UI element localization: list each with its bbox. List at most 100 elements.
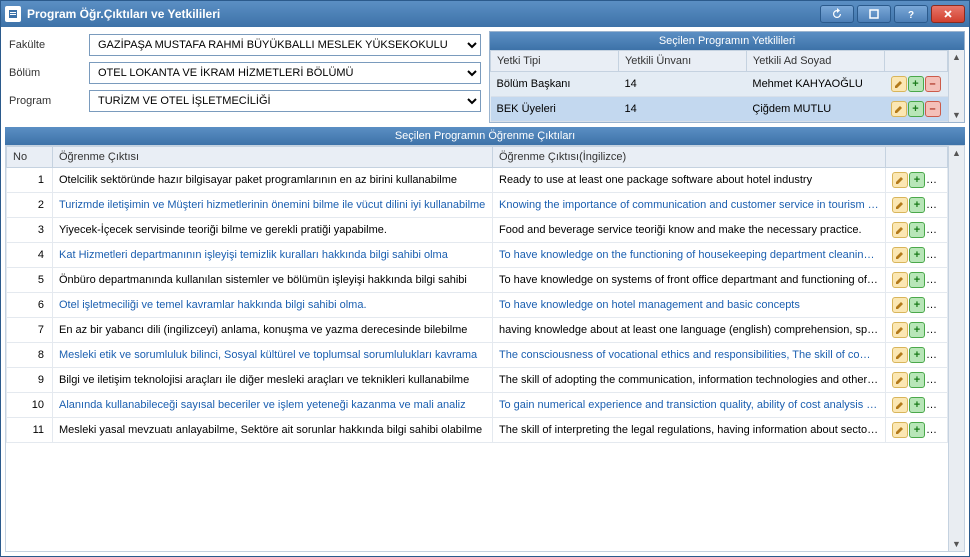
edit-button[interactable]	[891, 76, 907, 92]
outcome-row[interactable]: 8Mesleki etik ve sorumluluk bilinci, Sos…	[7, 343, 948, 368]
outcome-row[interactable]: 2Turizmde iletişimin ve Müşteri hizmetle…	[7, 193, 948, 218]
outcome-cell-no: 11	[7, 418, 53, 443]
scroll-up-icon[interactable]: ▲	[952, 148, 961, 158]
add-button[interactable]: +	[909, 297, 925, 313]
outcomes-col-no[interactable]: No	[7, 147, 53, 168]
outcome-cell-tr: Kat Hizmetleri departmanının işleyişi te…	[53, 243, 493, 268]
app-window: Program Öğr.Çıktıları ve Yetkilileri ? F…	[0, 0, 970, 557]
outcome-row[interactable]: 1Otelcilik sektöründe hazır bilgisayar p…	[7, 168, 948, 193]
outcome-row[interactable]: 9Bilgi ve iletişim teknolojisi araçları …	[7, 368, 948, 393]
add-button[interactable]: +	[909, 247, 925, 263]
outcome-cell-en: To have knowledge on hotel management an…	[493, 293, 886, 318]
edit-button[interactable]	[892, 397, 908, 413]
auth-row[interactable]: Bölüm Başkanı14Mehmet KAHYAOĞLU+–	[491, 72, 948, 97]
outcome-cell-no: 8	[7, 343, 53, 368]
add-button[interactable]: +	[909, 197, 925, 213]
edit-button[interactable]	[892, 222, 908, 238]
app-icon	[5, 6, 21, 22]
edit-button[interactable]	[892, 372, 908, 388]
delete-button[interactable]: –	[925, 101, 941, 117]
help-button[interactable]: ?	[894, 5, 928, 23]
outcome-cell-en: The skill of interpreting the legal regu…	[493, 418, 886, 443]
outcomes-table: No Öğrenme Çıktısı Öğrenme Çıktısı(İngil…	[5, 145, 965, 552]
auth-scrollbar[interactable]: ▲ ▼	[948, 50, 964, 122]
auth-col-actions	[885, 51, 948, 72]
edit-button[interactable]	[892, 422, 908, 438]
delete-button[interactable]: –	[925, 76, 941, 92]
outcome-cell-tr: En az bir yabancı dili (ingilizceyi) anl…	[53, 318, 493, 343]
outcomes-col-actions	[886, 147, 948, 168]
edit-button[interactable]	[892, 347, 908, 363]
auth-cell-tipi: Bölüm Başkanı	[491, 72, 619, 97]
outcome-row[interactable]: 5Önbüro departmanında kullanılan sisteml…	[7, 268, 948, 293]
outcome-row[interactable]: 7En az bir yabancı dili (ingilizceyi) an…	[7, 318, 948, 343]
outcome-cell-tr: Turizmde iletişimin ve Müşteri hizmetler…	[53, 193, 493, 218]
edit-button[interactable]	[891, 101, 907, 117]
add-button[interactable]: +	[909, 172, 925, 188]
outcome-row[interactable]: 6Otel işletmeciliği ve temel kavramlar h…	[7, 293, 948, 318]
scroll-up-icon[interactable]: ▲	[952, 52, 961, 62]
fakulte-label: Fakülte	[5, 31, 85, 59]
upper-pane: Fakülte GAZİPAŞA MUSTAFA RAHMİ BÜYÜKBALL…	[1, 27, 969, 127]
outcome-cell-tr: Otel işletmeciliği ve temel kavramlar ha…	[53, 293, 493, 318]
add-button[interactable]: +	[909, 222, 925, 238]
outcome-cell-no: 1	[7, 168, 53, 193]
add-button[interactable]: +	[909, 347, 925, 363]
edit-button[interactable]	[892, 172, 908, 188]
edit-button[interactable]	[892, 197, 908, 213]
auth-col-unvan[interactable]: Yetkili Ünvanı	[618, 51, 746, 72]
outcome-cell-no: 3	[7, 218, 53, 243]
program-label: Program	[5, 87, 85, 115]
outcome-cell-no: 10	[7, 393, 53, 418]
edit-button[interactable]	[892, 297, 908, 313]
outcome-row[interactable]: 4Kat Hizmetleri departmanının işleyişi t…	[7, 243, 948, 268]
auth-cell-unvan: 14	[618, 97, 746, 122]
edit-button[interactable]	[892, 272, 908, 288]
bolum-label: Bölüm	[5, 59, 85, 87]
svg-text:?: ?	[908, 10, 914, 20]
maximize-button[interactable]	[857, 5, 891, 23]
auth-cell-tipi: BEK Üyeleri	[491, 97, 619, 122]
outcome-cell-en: The skill of adopting the communication,…	[493, 368, 886, 393]
add-button[interactable]: +	[909, 397, 925, 413]
outcome-cell-tr: Önbüro departmanında kullanılan sistemle…	[53, 268, 493, 293]
auth-row[interactable]: BEK Üyeleri14Çiğdem MUTLU +–	[491, 97, 948, 122]
outcome-row[interactable]: 3Yiyecek-İçecek servisinde teoriği bilme…	[7, 218, 948, 243]
edit-button[interactable]	[892, 247, 908, 263]
outcome-cell-tr: Alanında kullanabileceği sayısal beceril…	[53, 393, 493, 418]
add-button[interactable]: +	[909, 272, 925, 288]
outcome-cell-tr: Bilgi ve iletişim teknolojisi araçları i…	[53, 368, 493, 393]
program-select[interactable]: TURİZM VE OTEL İŞLETMECİLİĞİ	[89, 90, 481, 112]
add-button[interactable]: +	[908, 101, 924, 117]
add-button[interactable]: +	[909, 422, 925, 438]
outcomes-col-c2[interactable]: Öğrenme Çıktısı(İngilizce)	[493, 147, 886, 168]
scroll-down-icon[interactable]: ▼	[952, 110, 961, 120]
add-button[interactable]: +	[909, 372, 925, 388]
outcome-row[interactable]: 10Alanında kullanabileceği sayısal becer…	[7, 393, 948, 418]
outcome-cell-no: 5	[7, 268, 53, 293]
refresh-button[interactable]	[820, 5, 854, 23]
auth-table: Yetki Tipi Yetkili Ünvanı Yetkili Ad Soy…	[490, 50, 948, 122]
edit-button[interactable]	[892, 322, 908, 338]
scroll-down-icon[interactable]: ▼	[952, 539, 961, 549]
add-button[interactable]: +	[909, 322, 925, 338]
outcome-cell-tr: Yiyecek-İçecek servisinde teoriği bilme …	[53, 218, 493, 243]
fakulte-select[interactable]: GAZİPAŞA MUSTAFA RAHMİ BÜYÜKBALLI MESLEK…	[89, 34, 481, 56]
outcomes-scrollbar[interactable]: ▲ ▼	[948, 146, 964, 551]
outcome-cell-tr: Otelcilik sektöründe hazır bilgisayar pa…	[53, 168, 493, 193]
auth-col-tipi[interactable]: Yetki Tipi	[491, 51, 619, 72]
outcome-cell-tr: Mesleki etik ve sorumluluk bilinci, Sosy…	[53, 343, 493, 368]
auth-col-adsoyad[interactable]: Yetkili Ad Soyad	[746, 51, 884, 72]
outcome-row[interactable]: 11Mesleki yasal mevzuatı anlayabilme, Se…	[7, 418, 948, 443]
auth-cell-unvan: 14	[618, 72, 746, 97]
auth-cell-adsoyad: Çiğdem MUTLU	[746, 97, 884, 122]
window-title: Program Öğr.Çıktıları ve Yetkilileri	[27, 7, 220, 21]
outcome-cell-en: The consciousness of vocational ethics a…	[493, 343, 886, 368]
outcome-cell-en: Knowing the importance of communication …	[493, 193, 886, 218]
auth-panel: Seçilen Programın Yetkilileri Yetki Tipi…	[489, 31, 965, 123]
add-button[interactable]: +	[908, 76, 924, 92]
outcomes-col-c1[interactable]: Öğrenme Çıktısı	[53, 147, 493, 168]
close-button[interactable]	[931, 5, 965, 23]
bolum-select[interactable]: OTEL LOKANTA VE İKRAM HİZMETLERİ BÖLÜMÜ	[89, 62, 481, 84]
outcome-cell-en: To have knowledge on systems of front of…	[493, 268, 886, 293]
